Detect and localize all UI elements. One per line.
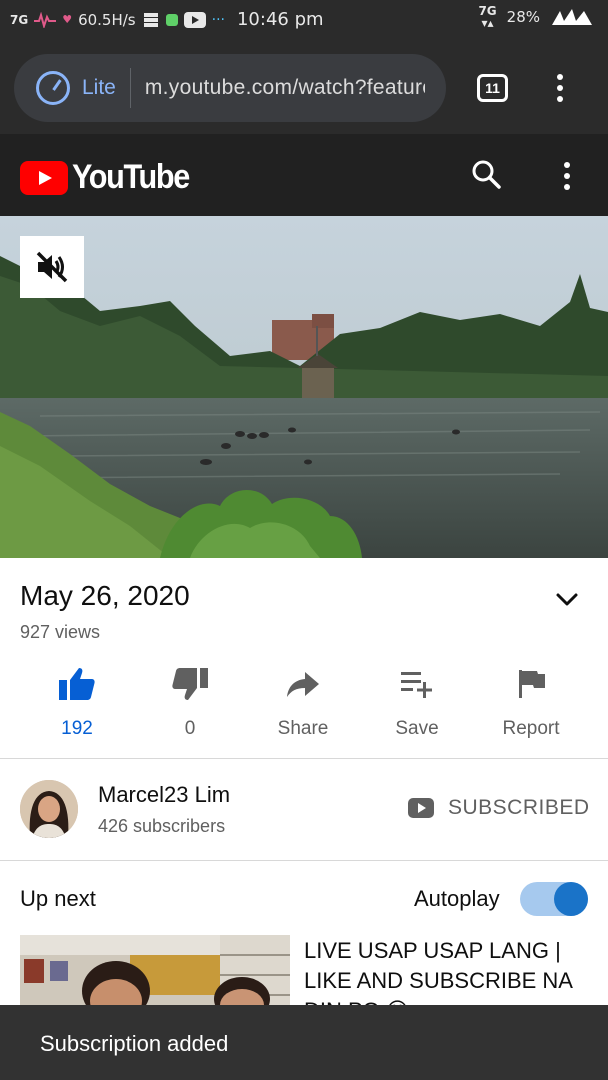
youtube-subscribed-icon xyxy=(408,798,434,818)
channel-avatar[interactable] xyxy=(20,780,78,838)
search-icon[interactable] xyxy=(470,158,502,190)
report-button[interactable]: Report xyxy=(476,664,586,740)
action-bar: 192 0 Share Save Report xyxy=(0,664,608,748)
network-speed: 60.5H/s xyxy=(78,10,136,29)
channel-name[interactable]: Marcel23 Lim xyxy=(98,782,230,808)
video-frame-lake-scene xyxy=(0,216,608,558)
volume-muted-icon xyxy=(36,251,68,283)
network-type-right-label: 7G xyxy=(478,4,497,18)
avatar-photo xyxy=(20,780,78,838)
battery-icon xyxy=(552,9,592,25)
save-label: Save xyxy=(395,718,439,739)
thumbs-up-icon xyxy=(59,668,95,700)
status-right: 7G ▾▴ 28% xyxy=(478,5,594,29)
browser-toolbar: Lite m.youtube.com/watch?feature=share 1… xyxy=(0,40,608,134)
flag-icon xyxy=(519,670,545,698)
unmute-button[interactable] xyxy=(20,236,84,298)
like-button[interactable]: 192 xyxy=(22,664,132,740)
more-notifications-icon: ··· xyxy=(211,11,225,28)
save-button[interactable]: Save xyxy=(362,664,472,740)
up-next-heading: Up next xyxy=(20,886,96,911)
address-bar[interactable]: Lite m.youtube.com/watch?feature=share xyxy=(14,54,446,122)
browser-menu-icon[interactable] xyxy=(555,74,565,102)
youtube-menu-icon[interactable] xyxy=(562,162,572,190)
dislike-button[interactable]: 0 xyxy=(135,664,245,740)
snackbar-message: Subscription added xyxy=(40,1031,229,1056)
subscriber-count: 426 subscribers xyxy=(98,816,226,836)
video-player[interactable] xyxy=(0,216,608,558)
youtube-header: YouTube xyxy=(0,134,608,216)
autoplay-label: Autoplay xyxy=(414,886,500,911)
heart-icon: ♥ xyxy=(62,13,73,26)
thumbs-down-icon xyxy=(172,668,208,700)
snackbar: Subscription added xyxy=(0,1005,608,1080)
storage-icon xyxy=(143,12,158,27)
video-date: May 26, 2020 xyxy=(20,580,190,611)
report-label: Report xyxy=(502,718,560,739)
view-count: 927 views xyxy=(20,622,101,642)
thumbnail-image xyxy=(20,935,290,1007)
autoplay-toggle[interactable] xyxy=(520,882,588,916)
playlist-add-icon xyxy=(401,672,432,698)
omnibox-divider xyxy=(129,68,131,108)
youtube-notification-icon xyxy=(183,11,206,28)
network-type-left: 7G xyxy=(10,12,29,27)
lite-mode-icon[interactable] xyxy=(36,71,70,105)
youtube-wordmark: YouTube xyxy=(72,158,190,196)
network-type-right: 7G ▾▴ xyxy=(478,4,497,30)
notification-dot-icon xyxy=(165,13,178,26)
battery-percent: 28% xyxy=(506,8,540,26)
status-bar: 7G ♥ 60.5H/s ··· 10:46 pm 7G ▾▴ 28% xyxy=(0,0,608,40)
chevron-down-icon[interactable] xyxy=(554,586,580,612)
lite-mode-label[interactable]: Lite xyxy=(82,76,116,100)
subscribed-button[interactable]: SUBSCRIBED xyxy=(408,796,590,820)
clock: 10:46 pm xyxy=(236,9,324,30)
youtube-play-logo-icon xyxy=(20,160,68,195)
share-icon xyxy=(287,672,319,697)
signal-activity-icon xyxy=(34,11,57,28)
url-text[interactable]: m.youtube.com/watch?feature=share xyxy=(145,76,425,100)
share-button[interactable]: Share xyxy=(248,664,358,740)
divider-actions xyxy=(0,758,608,759)
autoplay-toggle-knob xyxy=(554,882,588,916)
share-label: Share xyxy=(277,718,329,739)
like-count: 192 xyxy=(61,718,93,739)
youtube-logo[interactable]: YouTube xyxy=(20,158,202,197)
status-left: 7G ♥ 60.5H/s ··· 10:46 pm xyxy=(10,9,324,30)
divider-channel xyxy=(0,860,608,861)
tab-switcher-button[interactable]: 11 xyxy=(477,74,508,102)
dislike-count: 0 xyxy=(184,718,196,739)
subscribed-label: SUBSCRIBED xyxy=(448,796,590,819)
up-next-thumbnail[interactable] xyxy=(20,935,290,1007)
